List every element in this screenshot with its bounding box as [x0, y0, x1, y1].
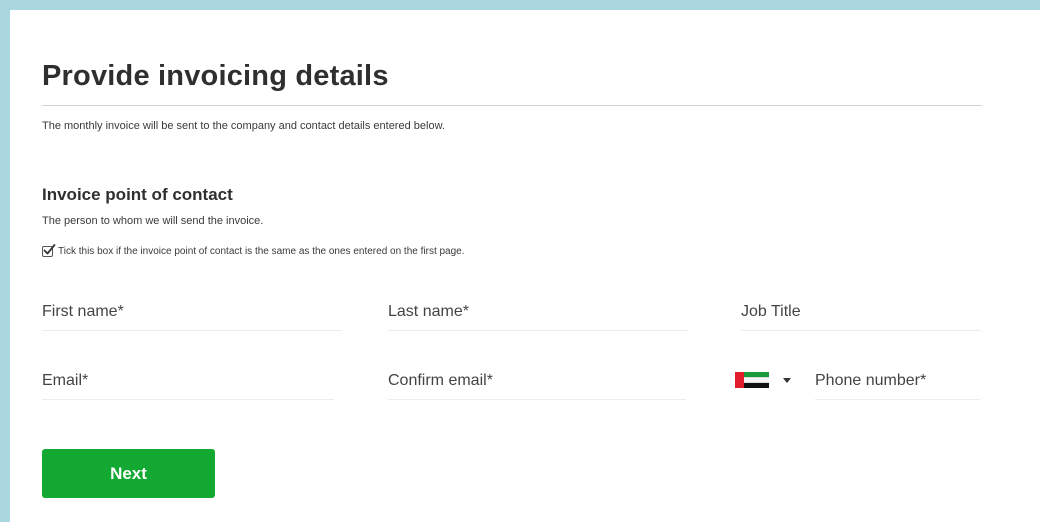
first-name-field[interactable]: First name*	[42, 299, 342, 331]
same-contact-checkbox-label: Tick this box if the invoice point of co…	[58, 246, 465, 257]
phone-number-field[interactable]: Phone number*	[815, 368, 980, 400]
email-field[interactable]: Email*	[42, 368, 334, 400]
job-title-field[interactable]: Job Title	[741, 299, 981, 331]
job-title-placeholder: Job Title	[741, 303, 801, 320]
same-contact-checkbox-row[interactable]: Tick this box if the invoice point of co…	[42, 244, 465, 257]
page-subtitle: The monthly invoice will be sent to the …	[42, 120, 445, 132]
section-title: Invoice point of contact	[42, 185, 233, 204]
last-name-placeholder: Last name*	[388, 303, 469, 320]
title-divider	[42, 105, 982, 106]
same-contact-checkbox[interactable]	[42, 244, 56, 257]
uae-flag-icon	[735, 372, 769, 389]
email-placeholder: Email*	[42, 372, 89, 389]
confirm-email-field[interactable]: Confirm email*	[388, 368, 686, 400]
confirm-email-placeholder: Confirm email*	[388, 372, 493, 389]
phone-number-placeholder: Phone number*	[815, 372, 927, 389]
first-name-placeholder: First name*	[42, 303, 124, 320]
chevron-down-icon	[783, 377, 791, 383]
country-code-select[interactable]	[735, 371, 791, 389]
next-button[interactable]: Next	[42, 449, 215, 498]
page-frame: Provide invoicing details The monthly in…	[0, 0, 1040, 522]
page-title: Provide invoicing details	[42, 60, 389, 92]
section-description: The person to whom we will send the invo…	[42, 215, 264, 227]
last-name-field[interactable]: Last name*	[388, 299, 688, 331]
checkmark-icon	[43, 244, 56, 255]
